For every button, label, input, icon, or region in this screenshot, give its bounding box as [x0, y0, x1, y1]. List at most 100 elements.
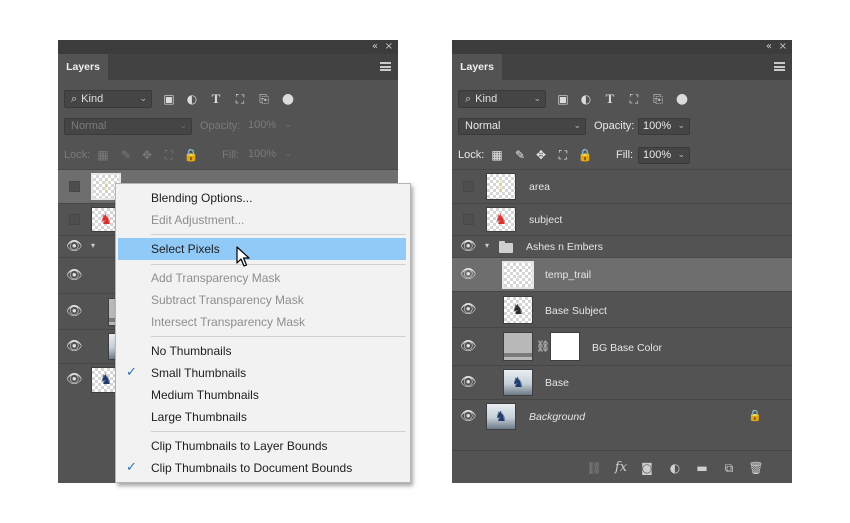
- layer-row-background[interactable]: 👁 ♞ Background 🔒: [452, 399, 792, 433]
- layer-row-area[interactable]: ᛁ area: [452, 169, 792, 203]
- eye-icon[interactable]: 👁: [460, 303, 477, 316]
- link-icon[interactable]: ⛓: [536, 340, 550, 354]
- opacity-input[interactable]: 100% ⌄: [244, 118, 296, 135]
- panel-menu-icon[interactable]: [380, 62, 391, 71]
- lock-icon: 🔒: [748, 409, 762, 422]
- fx-icon[interactable]: fx: [612, 459, 630, 477]
- visibility-toggle[interactable]: [69, 214, 80, 225]
- visibility-toggle[interactable]: [69, 181, 80, 192]
- menu-item-clip-to-layer-bounds[interactable]: Clip Thumbnails to Layer Bounds: [118, 435, 406, 457]
- eye-icon[interactable]: 👁: [460, 268, 477, 281]
- fill-value: 100%: [643, 149, 672, 161]
- panel-titlebar: « ×: [452, 40, 792, 54]
- eye-icon[interactable]: 👁: [460, 376, 477, 389]
- eye-icon[interactable]: 👁: [460, 340, 477, 353]
- filter-kind-select[interactable]: ⌕ Kind ⌄: [458, 90, 546, 108]
- adjustment-filter-icon[interactable]: ◐: [578, 90, 594, 108]
- lock-position-icon[interactable]: ✥: [533, 147, 549, 164]
- lock-transparency-icon[interactable]: ▦: [489, 147, 505, 164]
- close-icon[interactable]: ×: [779, 41, 787, 53]
- lock-all-icon[interactable]: 🔒: [183, 147, 199, 164]
- menu-item-medium-thumbnails[interactable]: Medium Thumbnails: [118, 384, 406, 406]
- visibility-toggle[interactable]: [463, 181, 474, 192]
- lock-label: Lock:: [64, 149, 91, 161]
- mask-icon[interactable]: ◙: [638, 459, 656, 477]
- blend-mode-select[interactable]: Normal ⌄: [64, 118, 192, 135]
- opacity-input[interactable]: 100% ⌄: [638, 118, 690, 135]
- menu-item-add-transparency-mask[interactable]: Add Transparency Mask: [118, 267, 406, 289]
- menu-item-subtract-transparency-mask[interactable]: Subtract Transparency Mask: [118, 289, 406, 311]
- tab-layers[interactable]: Layers: [452, 54, 502, 80]
- pixel-filter-icon[interactable]: ▣: [161, 90, 177, 108]
- eye-icon[interactable]: 👁: [66, 305, 83, 318]
- layer-name: Ashes n Embers: [526, 241, 604, 253]
- menu-item-small-thumbnails[interactable]: ✓ Small Thumbnails: [118, 362, 406, 384]
- eye-icon[interactable]: 👁: [66, 240, 83, 253]
- pixel-filter-icon[interactable]: ▣: [555, 90, 571, 108]
- check-icon: ✓: [126, 460, 137, 475]
- menu-item-clip-to-document-bounds[interactable]: ✓ Clip Thumbnails to Document Bounds: [118, 457, 406, 479]
- close-icon[interactable]: ×: [385, 41, 393, 53]
- trash-icon[interactable]: 🗑: [747, 459, 765, 477]
- fill-input[interactable]: 100% ⌄: [638, 147, 690, 164]
- fill-input[interactable]: 100% ⌄: [244, 147, 296, 164]
- filter-row: ⌕ Kind ⌄ ▣ ◐ T ⛶ ⎘ ●: [452, 87, 792, 109]
- search-icon: ⌕: [71, 92, 78, 105]
- menu-item-no-thumbnails[interactable]: No Thumbnails: [118, 340, 406, 362]
- layer-row-base[interactable]: 👁 ♞ Base: [452, 365, 792, 399]
- folder-icon[interactable]: ▬: [693, 459, 711, 477]
- filter-kind-select[interactable]: ⌕ Kind ⌄: [64, 90, 152, 108]
- menu-item-intersect-transparency-mask[interactable]: Intersect Transparency Mask: [118, 311, 406, 333]
- adjustment-filter-icon[interactable]: ◐: [184, 90, 200, 108]
- eye-icon[interactable]: 👁: [66, 269, 83, 282]
- chevron-down-icon[interactable]: ▾: [485, 241, 495, 250]
- chevron-down-icon: ⌄: [284, 149, 292, 159]
- eye-icon[interactable]: 👁: [66, 373, 83, 386]
- link-icon[interactable]: ⛓: [585, 459, 603, 477]
- type-filter-icon[interactable]: T: [208, 90, 224, 108]
- panel-menu-icon[interactable]: [774, 62, 785, 71]
- layer-row-subject[interactable]: ♞ subject: [452, 203, 792, 235]
- shape-filter-icon[interactable]: ⛶: [626, 90, 642, 108]
- menu-item-large-thumbnails[interactable]: Large Thumbnails: [118, 406, 406, 428]
- blend-mode-label: Normal: [71, 120, 107, 132]
- filter-toggle-icon[interactable]: ●: [280, 90, 296, 108]
- type-filter-icon[interactable]: T: [602, 90, 618, 108]
- lock-all-icon[interactable]: 🔒: [577, 147, 593, 164]
- menu-item-blending-options[interactable]: Blending Options...: [118, 187, 406, 209]
- lock-artboard-icon[interactable]: ⛶: [161, 147, 177, 164]
- filter-toggle-icon[interactable]: ●: [674, 90, 690, 108]
- visibility-toggle[interactable]: [463, 214, 474, 225]
- lock-image-icon[interactable]: ✎: [118, 147, 134, 164]
- menu-item-edit-adjustment[interactable]: Edit Adjustment...: [118, 209, 406, 231]
- shape-filter-icon[interactable]: ⛶: [232, 90, 248, 108]
- new-layer-icon[interactable]: ⧉: [720, 459, 738, 477]
- menu-item-select-pixels[interactable]: Select Pixels: [118, 238, 406, 260]
- chevron-down-icon[interactable]: ▾: [91, 241, 101, 250]
- smart-object-filter-icon[interactable]: ⎘: [650, 90, 666, 108]
- blend-mode-label: Normal: [465, 120, 501, 132]
- lock-transparency-icon[interactable]: ▦: [95, 147, 111, 164]
- layer-row-bg-base-color[interactable]: 👁 ⛓ BG Base Color: [452, 327, 792, 365]
- menu-separator: [151, 264, 406, 265]
- layer-row-base-subject[interactable]: 👁 ♞ Base Subject: [452, 291, 792, 327]
- eye-icon[interactable]: 👁: [460, 410, 477, 423]
- collapse-icon[interactable]: «: [766, 41, 772, 53]
- layer-name: area: [529, 181, 551, 193]
- lock-position-icon[interactable]: ✥: [139, 147, 155, 164]
- tab-layers[interactable]: Layers: [58, 54, 108, 80]
- chevron-down-icon: ⌄: [179, 121, 187, 131]
- lock-artboard-icon[interactable]: ⛶: [555, 147, 571, 164]
- adjustment-icon[interactable]: ◐: [666, 459, 684, 477]
- layer-mask-thumbnail: [550, 332, 580, 361]
- chevron-down-icon: ⌄: [284, 120, 292, 130]
- eye-icon[interactable]: 👁: [460, 240, 477, 253]
- layer-row-group[interactable]: 👁 ▾ Ashes n Embers: [452, 235, 792, 257]
- panel-tabbar: Layers: [452, 54, 792, 80]
- eye-icon[interactable]: 👁: [66, 340, 83, 353]
- lock-image-icon[interactable]: ✎: [512, 147, 528, 164]
- collapse-icon[interactable]: «: [372, 41, 378, 53]
- smart-object-filter-icon[interactable]: ⎘: [256, 90, 272, 108]
- blend-mode-select[interactable]: Normal ⌄: [458, 118, 586, 135]
- layer-row-temp-trail[interactable]: 👁 ⸪ temp_trail: [452, 257, 792, 291]
